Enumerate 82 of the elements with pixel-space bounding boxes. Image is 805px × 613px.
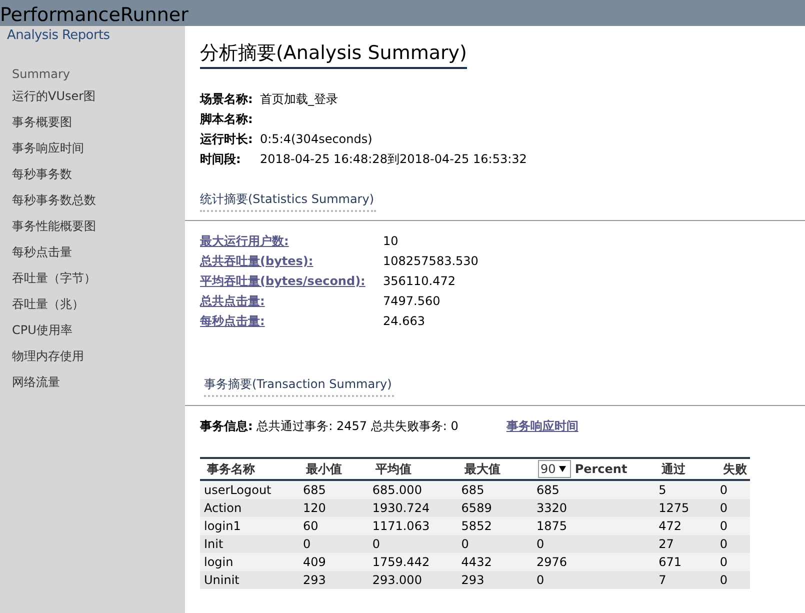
sidebar-item[interactable]: 网络流量 — [12, 374, 60, 390]
table-cell: 0 — [716, 499, 750, 517]
table-cell: 0 — [716, 571, 750, 589]
table-cell: 685 — [530, 480, 655, 499]
sidebar-item[interactable]: 事务概要图 — [12, 114, 72, 130]
table-cell: 0 — [716, 480, 750, 499]
statistic-link[interactable]: 总共吞吐量(bytes): — [200, 254, 314, 268]
info-value: 0:5:4(304seconds) — [260, 131, 374, 147]
table-cell: Action — [200, 499, 299, 517]
table-cell: 293 — [457, 571, 531, 589]
sidebar-item[interactable]: 每秒点击量 — [12, 244, 72, 260]
table-cell: 0 — [298, 535, 368, 553]
table-cell: 685 — [457, 480, 531, 499]
table-cell: 472 — [654, 517, 716, 535]
statistic-value: 7497.560 — [383, 293, 442, 309]
page-title: 分析摘要(Analysis Summary) — [200, 40, 467, 69]
table-cell: 685 — [298, 480, 368, 499]
table-cell: login1 — [200, 517, 299, 535]
sidebar-item[interactable]: Summary — [12, 66, 70, 82]
sidebar-item[interactable]: 物理内存使用 — [12, 348, 84, 364]
table-cell: 120 — [298, 499, 368, 517]
table-cell: 5852 — [457, 517, 531, 535]
table-cell: login — [200, 553, 299, 571]
response-time-link[interactable]: 事务响应时间 — [506, 418, 578, 435]
table-cell: 0 — [530, 571, 655, 589]
sidebar-subtitle: Analysis Reports — [7, 28, 110, 43]
info-label: 时间段: — [200, 151, 242, 167]
table-cell: 5 — [654, 480, 716, 499]
sidebar-item[interactable]: 事务性能概要图 — [12, 218, 96, 234]
statistic-value: 356110.472 — [383, 273, 457, 289]
table-cell: 1171.063 — [368, 517, 458, 535]
sidebar-item[interactable]: 每秒事务数总数 — [12, 192, 96, 208]
table-cell: 4432 — [457, 553, 531, 571]
table-cell: 293 — [298, 571, 368, 589]
info-label: 场景名称: — [200, 91, 254, 107]
table-cell: 0 — [716, 553, 750, 571]
table-cell: 0 — [530, 535, 655, 553]
table-cell: 2976 — [530, 553, 655, 571]
table-cell: 0 — [716, 535, 750, 553]
column-label: Percent — [574, 462, 628, 476]
table-cell: 671 — [654, 553, 716, 571]
statistic-value: 10 — [383, 233, 400, 249]
percentile-select[interactable]: 90 — [538, 460, 571, 478]
statistic-link[interactable]: 每秒点击量: — [200, 314, 265, 328]
statistic-link[interactable]: 最大运行用户数: — [200, 234, 289, 248]
caret-icon — [558, 466, 566, 472]
table-cell: userLogout — [200, 480, 299, 499]
sidebar-item[interactable]: 吞吐量（字节） — [12, 270, 96, 286]
statistic-link[interactable]: 平均吞吐量(bytes/second): — [200, 274, 366, 288]
section-heading: 事务摘要(Transaction Summary) — [204, 376, 394, 397]
table-cell: 27 — [654, 535, 716, 553]
table-cell: 60 — [298, 517, 368, 535]
sidebar-item[interactable]: 运行的VUser图 — [12, 88, 96, 104]
statistic-value: 24.663 — [383, 313, 426, 329]
table-cell: 1759.442 — [368, 553, 458, 571]
info-label: 脚本名称: — [200, 111, 254, 127]
info-value: 2018-04-25 16:48:28到2018-04-25 16:53:32 — [260, 151, 527, 167]
table-cell: 7 — [654, 571, 716, 589]
table-cell: 1875 — [530, 517, 655, 535]
statistic-link[interactable]: 总共点击量: — [200, 294, 265, 308]
table-cell: 3320 — [530, 499, 655, 517]
table-cell: 1275 — [654, 499, 716, 517]
table-cell: 1930.724 — [368, 499, 458, 517]
table-cell: 293.000 — [368, 571, 458, 589]
table-cell: 6589 — [457, 499, 531, 517]
info-value: 首页加载_登录 — [260, 91, 339, 107]
sidebar-item[interactable]: 每秒事务数 — [12, 166, 72, 182]
table-cell: Uninit — [200, 571, 299, 589]
app-title: PerformanceRunner — [0, 4, 188, 26]
table-cell: 0 — [368, 535, 458, 553]
sidebar-item[interactable]: 事务响应时间 — [12, 140, 84, 156]
section-heading: 统计摘要(Statistics Summary) — [200, 191, 376, 212]
table-cell: Init — [200, 535, 299, 553]
table-cell: 0 — [457, 535, 531, 553]
statistic-value: 108257583.530 — [383, 253, 478, 269]
table-cell: 0 — [716, 517, 750, 535]
transaction-info: 事务信息: 总共通过事务: 2457 总共失败事务: 0 — [200, 418, 458, 435]
table-cell: 409 — [298, 553, 368, 571]
table-cell: 685.000 — [368, 480, 458, 499]
info-label: 运行时长: — [200, 131, 254, 147]
sidebar-item[interactable]: CPU使用率 — [12, 322, 72, 338]
sidebar-item[interactable]: 吞吐量（兆） — [12, 296, 84, 312]
